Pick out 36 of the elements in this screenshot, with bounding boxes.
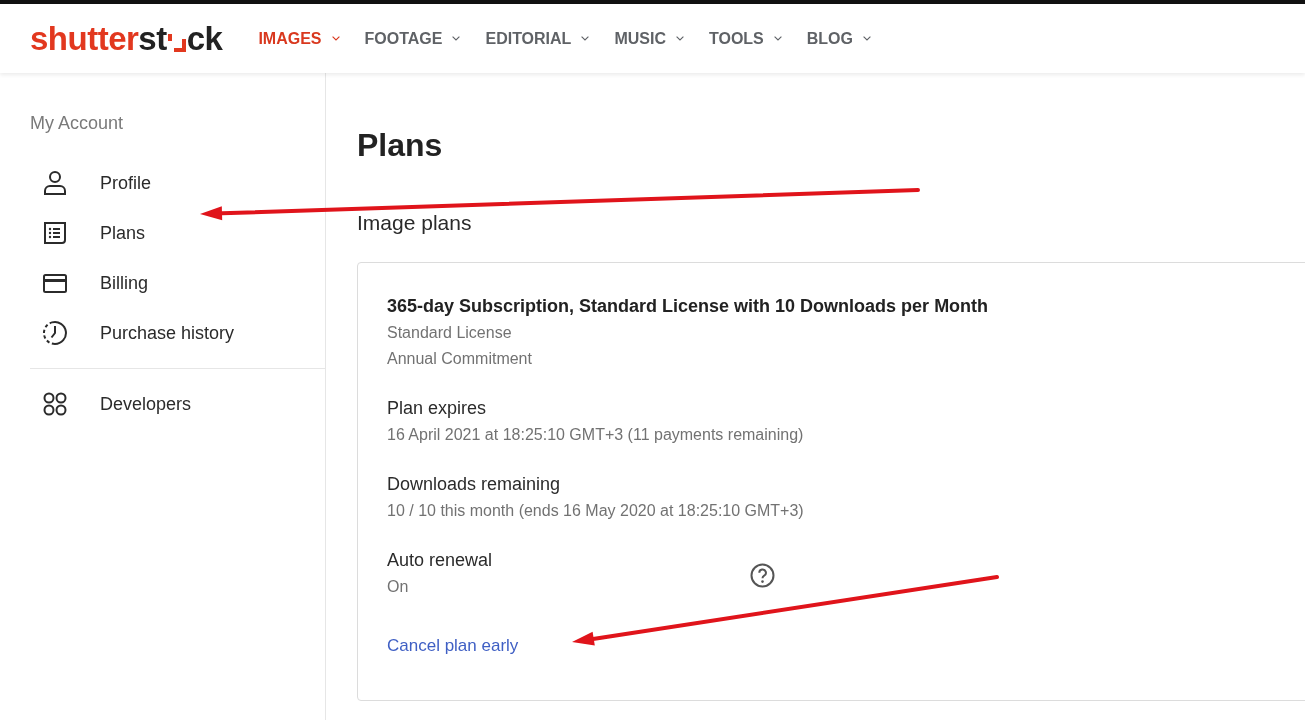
- help-icon[interactable]: [750, 562, 775, 588]
- plan-name: 365-day Subscription, Standard License with 10 Downloads per Month: [387, 295, 990, 318]
- page-title: Plans: [357, 126, 444, 165]
- sidebar-item[interactable]: Billing: [30, 258, 325, 308]
- sidebar-item[interactable]: Plans: [30, 208, 325, 258]
- sidebar-item[interactable]: Profile: [30, 158, 325, 208]
- caret-icon: [773, 36, 782, 41]
- person-icon: [42, 170, 68, 196]
- plan-detail: Standard License: [387, 323, 513, 343]
- logo[interactable]: shutterst ck: [30, 22, 223, 55]
- field-label: Downloads remaining: [387, 473, 562, 496]
- field-value: 16 April 2021 at 18:25:10 GMT+3 (11 payments remaining): [387, 425, 804, 445]
- field-value: 10 / 10 this month (ends 16 May 2020 at 18:25:10 GMT+3): [387, 501, 804, 521]
- nav-link[interactable]: TOOLS: [708, 26, 782, 51]
- nav-link[interactable]: IMAGES: [258, 26, 340, 51]
- field-value: On: [387, 577, 410, 597]
- field-label: Plan expires: [387, 397, 488, 420]
- plan-detail: Annual Commitment: [387, 349, 533, 369]
- four-circles-icon: [42, 391, 68, 417]
- caret-icon: [581, 36, 590, 41]
- nav-link[interactable]: MUSIC: [614, 26, 684, 51]
- field-label: Auto renewal: [387, 549, 494, 572]
- nav-link[interactable]: BLOG: [806, 26, 871, 51]
- caret-icon: [863, 36, 871, 41]
- caret-icon: [331, 36, 340, 41]
- dashed-clock-icon: [42, 320, 68, 346]
- sidebar-item[interactable]: Purchase history: [30, 308, 325, 358]
- nav-link[interactable]: EDITORIAL: [485, 26, 590, 51]
- nav-link[interactable]: FOOTAGE: [364, 26, 461, 51]
- caret-icon: [675, 36, 684, 41]
- sidebar-item[interactable]: Developers: [30, 379, 325, 429]
- list-document-icon: [42, 220, 68, 246]
- cancel-plan-link[interactable]: Cancel plan early: [387, 634, 519, 658]
- sidebar-heading: My Account: [30, 112, 125, 135]
- caret-icon: [452, 36, 461, 41]
- section-title: Image plans: [357, 210, 473, 236]
